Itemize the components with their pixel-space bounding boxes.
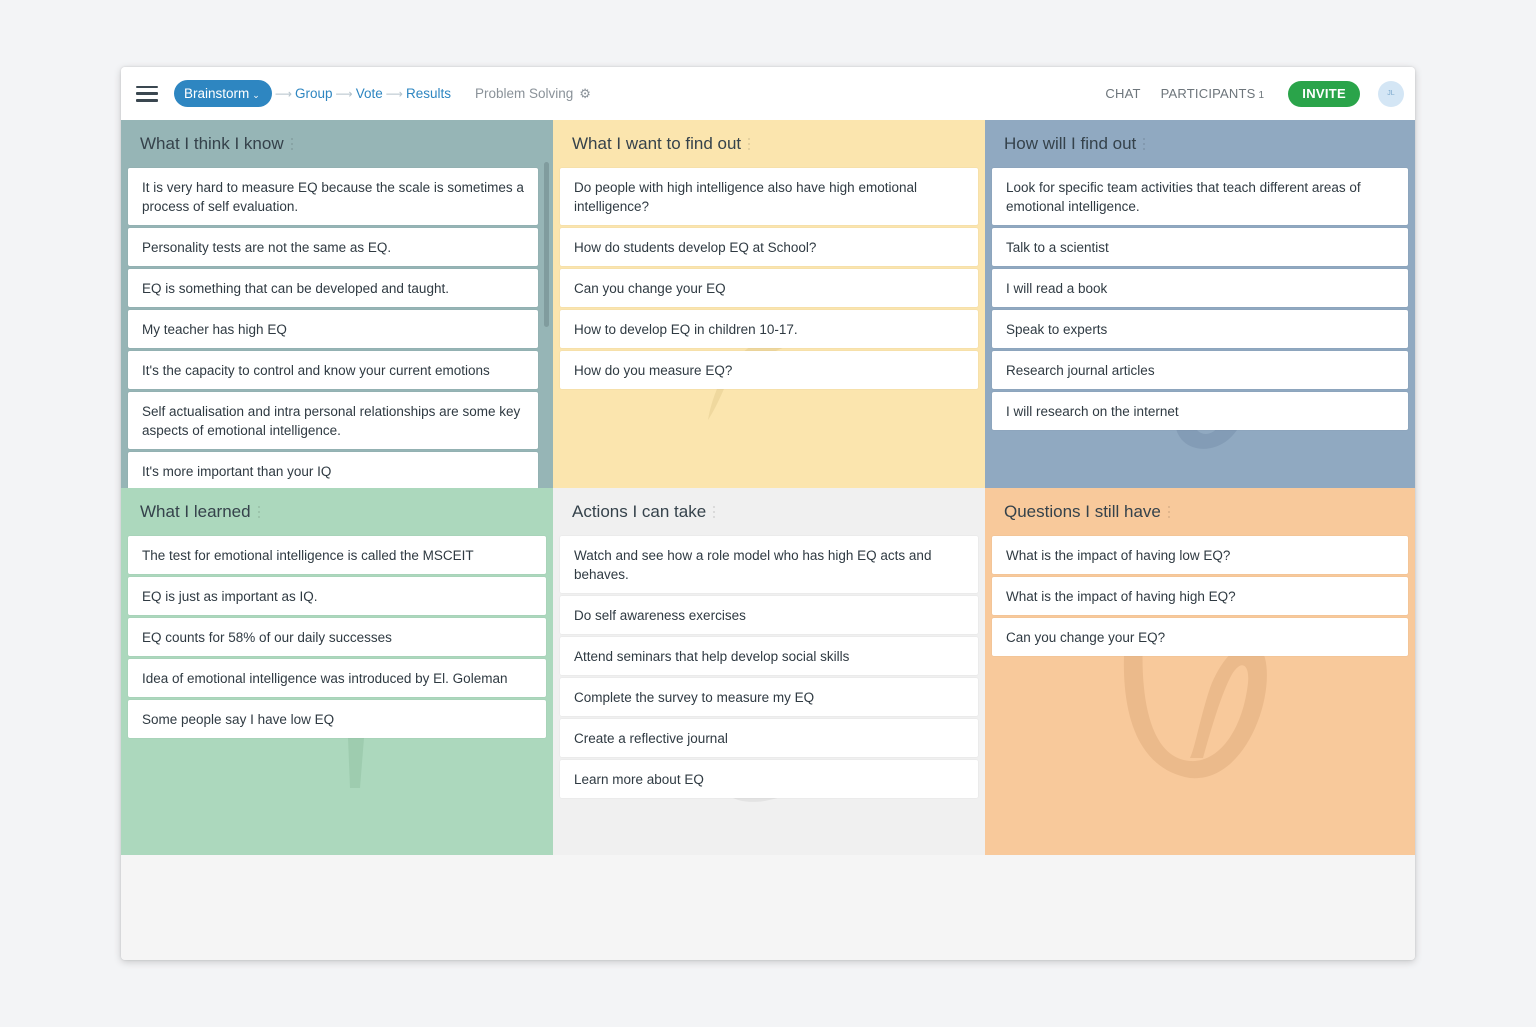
hamburger-icon[interactable]: [136, 85, 158, 102]
panel-title: What I think I know: [140, 134, 284, 153]
more-vertical-icon[interactable]: [748, 138, 752, 150]
chat-link[interactable]: CHAT: [1105, 86, 1140, 101]
panel-header: How will I find out: [992, 120, 1408, 168]
card[interactable]: How do students develop EQ at School?: [560, 228, 978, 266]
card[interactable]: Learn more about EQ: [560, 760, 978, 798]
watermark-shape: [1123, 638, 1267, 779]
card-list: The test for emotional intelligence is c…: [128, 536, 546, 738]
card[interactable]: Watch and see how a role model who has h…: [560, 536, 978, 593]
participants-label: PARTICIPANTS: [1160, 86, 1256, 101]
avatar[interactable]: JL: [1378, 80, 1404, 107]
card[interactable]: My teacher has high EQ: [128, 310, 538, 348]
arrow-right-icon: ⟶: [274, 86, 293, 101]
card[interactable]: How do you measure EQ?: [560, 351, 978, 389]
app-window: Brainstorm ⌄ ⟶ Group ⟶ Vote ⟶ Results Pro…: [121, 67, 1415, 960]
scrollbar[interactable]: [544, 162, 549, 327]
arrow-right-icon: ⟶: [335, 86, 353, 101]
panel-title: Questions I still have: [1004, 502, 1161, 521]
panel-header: What I want to find out: [560, 120, 978, 168]
empty-footer-area: [121, 855, 1415, 960]
card[interactable]: It's the capacity to control and know yo…: [128, 351, 538, 389]
panel-what-i-want-to-find-out: What I want to find out Do people with h…: [553, 120, 985, 488]
card[interactable]: EQ is just as important as IQ.: [128, 577, 546, 615]
card[interactable]: Personality tests are not the same as EQ…: [128, 228, 538, 266]
step-vote[interactable]: Vote: [356, 86, 383, 101]
top-bar: Brainstorm ⌄ ⟶ Group ⟶ Vote ⟶ Results Pro…: [121, 67, 1415, 120]
card[interactable]: The test for emotional intelligence is c…: [128, 536, 546, 574]
panel-header: What I think I know: [128, 120, 546, 168]
card[interactable]: What is the impact of having low EQ?: [992, 536, 1408, 574]
card[interactable]: It is very hard to measure EQ because th…: [128, 168, 538, 225]
panel-header: Actions I can take: [560, 488, 978, 536]
card[interactable]: Look for specific team activities that t…: [992, 168, 1408, 225]
panel-title: How will I find out: [1004, 134, 1137, 153]
phase-dropdown-brainstorm[interactable]: Brainstorm ⌄: [174, 80, 272, 107]
card[interactable]: It's more important than your IQ: [128, 452, 538, 488]
phase-label: Brainstorm: [184, 86, 250, 101]
card[interactable]: Speak to experts: [992, 310, 1408, 348]
card[interactable]: Create a reflective journal: [560, 719, 978, 757]
card[interactable]: What is the impact of having high EQ?: [992, 577, 1408, 615]
more-vertical-icon[interactable]: [290, 138, 295, 150]
card[interactable]: Talk to a scientist: [992, 228, 1408, 266]
card[interactable]: Can you change your EQ: [560, 269, 978, 307]
card[interactable]: Idea of emotional intelligence was intro…: [128, 659, 546, 697]
more-vertical-icon[interactable]: [1143, 138, 1147, 150]
card[interactable]: Self actualisation and intra personal re…: [128, 392, 538, 449]
board-name: Problem Solving: [475, 86, 574, 101]
panel-what-i-learned: What I learned The test for emotional in…: [121, 488, 553, 855]
participants-count: 1: [1258, 90, 1265, 101]
gear-icon[interactable]: ⚙: [579, 86, 591, 102]
more-vertical-icon[interactable]: [257, 506, 262, 518]
panel-header: Questions I still have: [992, 488, 1408, 536]
card[interactable]: How to develop EQ in children 10-17.: [560, 310, 978, 348]
panel-title: Actions I can take: [572, 502, 707, 521]
panel-title: What I want to find out: [572, 134, 742, 153]
card-list: What is the impact of having low EQ? Wha…: [992, 536, 1408, 656]
panel-how-will-i-find-out: How will I find out Look for specific te…: [985, 120, 1415, 488]
card-list: Do people with high intelligence also ha…: [560, 168, 978, 389]
step-results[interactable]: Results: [406, 86, 451, 101]
card[interactable]: Some people say I have low EQ: [128, 700, 546, 738]
invite-button[interactable]: INVITE: [1288, 80, 1360, 107]
card[interactable]: Do self awareness exercises: [560, 596, 978, 634]
card-list: It is very hard to measure EQ because th…: [128, 168, 538, 488]
panel-title: What I learned: [140, 502, 251, 521]
chevron-down-icon: ⌄: [252, 90, 260, 100]
more-vertical-icon[interactable]: [713, 506, 717, 518]
card[interactable]: EQ is something that can be developed an…: [128, 269, 538, 307]
card[interactable]: Research journal articles: [992, 351, 1408, 389]
card[interactable]: Can you change your EQ?: [992, 618, 1408, 656]
arrow-right-icon: ⟶: [385, 86, 403, 101]
card[interactable]: Attend seminars that help develop social…: [560, 637, 978, 675]
card[interactable]: Complete the survey to measure my EQ: [560, 678, 978, 716]
participants-link[interactable]: PARTICIPANTS 1: [1161, 86, 1265, 101]
card[interactable]: I will research on the internet: [992, 392, 1408, 430]
card-list: Look for specific team activities that t…: [992, 168, 1408, 430]
card-list: Watch and see how a role model who has h…: [560, 536, 978, 798]
panel-header: What I learned: [128, 488, 546, 536]
panel-questions-i-still-have: Questions I still have What is the impac…: [985, 488, 1415, 855]
panel-actions-i-can-take: Actions I can take Watch and see how a r…: [553, 488, 985, 855]
more-vertical-icon[interactable]: [1167, 506, 1172, 518]
step-group[interactable]: Group: [295, 86, 333, 101]
watermark-shape: [348, 738, 364, 788]
card[interactable]: I will read a book: [992, 269, 1408, 307]
board-grid: What I think I know It is very hard to m…: [121, 120, 1415, 855]
card[interactable]: EQ counts for 58% of our daily successes: [128, 618, 546, 656]
card[interactable]: Do people with high intelligence also ha…: [560, 168, 978, 225]
panel-what-i-think-i-know: What I think I know It is very hard to m…: [121, 120, 553, 488]
